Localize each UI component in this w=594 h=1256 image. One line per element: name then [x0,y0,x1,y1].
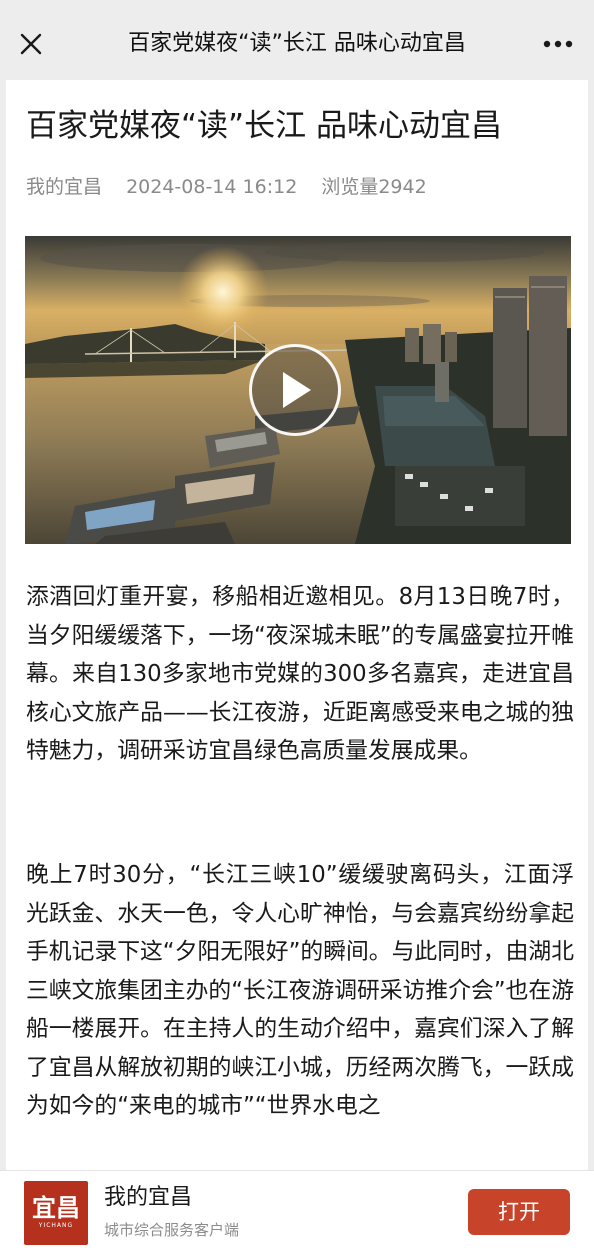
play-button[interactable] [249,344,341,436]
article-datetime: 2024-08-14 16:12 [126,176,298,198]
more-button[interactable] [538,27,578,61]
close-icon [20,33,42,55]
logo-text: 宜昌 [32,1193,80,1222]
app-name: 我的宜昌 [104,1185,193,1210]
play-icon [283,372,311,408]
article-meta: 我的宜昌 2024-08-14 16:12 浏览量2942 [26,172,445,202]
app-description: 城市综合服务客户端 [104,1221,240,1239]
video-player[interactable] [25,236,571,544]
app-download-banner: 宜昌 YICHANG 我的宜昌 城市综合服务客户端 打开 [0,1170,594,1256]
nav-title: 百家党媒夜“读”长江 品味心动宜昌 [128,31,466,56]
article-paragraph: 晚上7时30分，“长江三峡10”缓缓驶离码头，江面浮光跃金、水天一色，令人心旷神… [26,862,574,1119]
more-icon [543,40,573,48]
article-views: 浏览量2942 [321,176,427,198]
close-button[interactable] [14,27,48,61]
article-page: 百家党媒夜“读”长江 品味心动宜昌 我的宜昌 2024-08-14 16:12 … [6,80,588,1255]
article-source[interactable]: 我的宜昌 [26,176,102,198]
app-logo: 宜昌 YICHANG [24,1181,88,1245]
open-app-button[interactable]: 打开 [468,1189,570,1235]
article-title: 百家党媒夜“读”长江 品味心动宜昌 [26,108,502,144]
article-paragraph: 添酒回灯重开宴，移船相近邀相见。8月13日晚7时，当夕阳缓缓落下，一场“夜深城未… [26,584,574,764]
logo-subtext: YICHANG [38,1222,74,1229]
nav-bar: 百家党媒夜“读”长江 品味心动宜昌 [0,0,594,88]
